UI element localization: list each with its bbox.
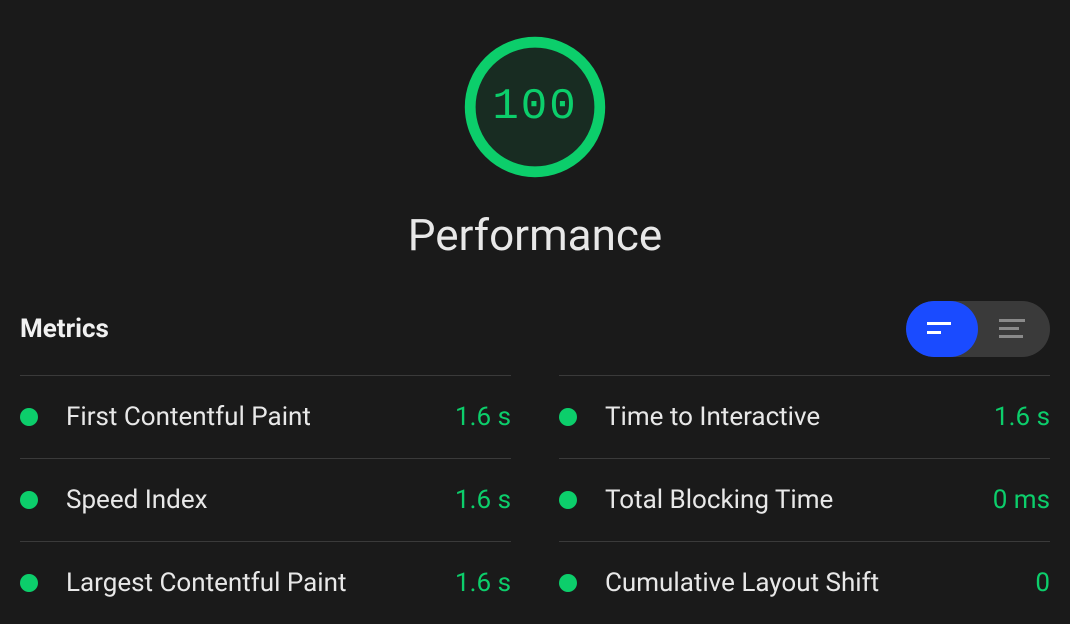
view-toggle-collapsed[interactable] — [906, 301, 978, 357]
metric-value: 0 — [1035, 568, 1050, 598]
metric-label: Time to Interactive — [605, 402, 994, 432]
status-dot-icon — [20, 408, 38, 426]
score-gauge: 100 — [463, 35, 607, 179]
metric-row[interactable]: Cumulative Layout Shift 0 — [559, 541, 1050, 624]
view-toggle-group — [906, 301, 1050, 357]
metric-value: 1.6 s — [994, 402, 1050, 432]
metrics-grid: First Contentful Paint 1.6 s Speed Index… — [20, 375, 1050, 624]
metric-row[interactable]: Time to Interactive 1.6 s — [559, 375, 1050, 458]
status-dot-icon — [20, 491, 38, 509]
metric-row[interactable]: Largest Contentful Paint 1.6 s — [20, 541, 511, 624]
metrics-column-right: Time to Interactive 1.6 s Total Blocking… — [559, 375, 1050, 624]
status-dot-icon — [20, 574, 38, 592]
metric-value: 1.6 s — [455, 568, 511, 598]
metric-value: 1.6 s — [455, 485, 511, 515]
status-dot-icon — [559, 491, 577, 509]
metric-row[interactable]: Total Blocking Time 0 ms — [559, 458, 1050, 541]
metric-row[interactable]: Speed Index 1.6 s — [20, 458, 511, 541]
metric-label: Cumulative Layout Shift — [605, 568, 1035, 598]
status-dot-icon — [559, 574, 577, 592]
performance-score-section: 100 Performance — [20, 35, 1050, 261]
score-value: 100 — [492, 82, 577, 132]
metrics-column-left: First Contentful Paint 1.6 s Speed Index… — [20, 375, 511, 624]
lines-long-icon — [999, 317, 1029, 341]
view-toggle-expanded[interactable] — [978, 301, 1050, 357]
lines-short-icon — [927, 319, 957, 339]
metric-row[interactable]: First Contentful Paint 1.6 s — [20, 375, 511, 458]
metrics-heading: Metrics — [20, 314, 109, 344]
category-title: Performance — [20, 209, 1050, 261]
metric-label: Total Blocking Time — [605, 485, 993, 515]
metric-label: Largest Contentful Paint — [66, 568, 455, 598]
metrics-header: Metrics — [20, 301, 1050, 357]
metric-value: 0 ms — [993, 485, 1050, 515]
metric-label: Speed Index — [66, 485, 455, 515]
metric-value: 1.6 s — [455, 402, 511, 432]
status-dot-icon — [559, 408, 577, 426]
metric-label: First Contentful Paint — [66, 402, 455, 432]
